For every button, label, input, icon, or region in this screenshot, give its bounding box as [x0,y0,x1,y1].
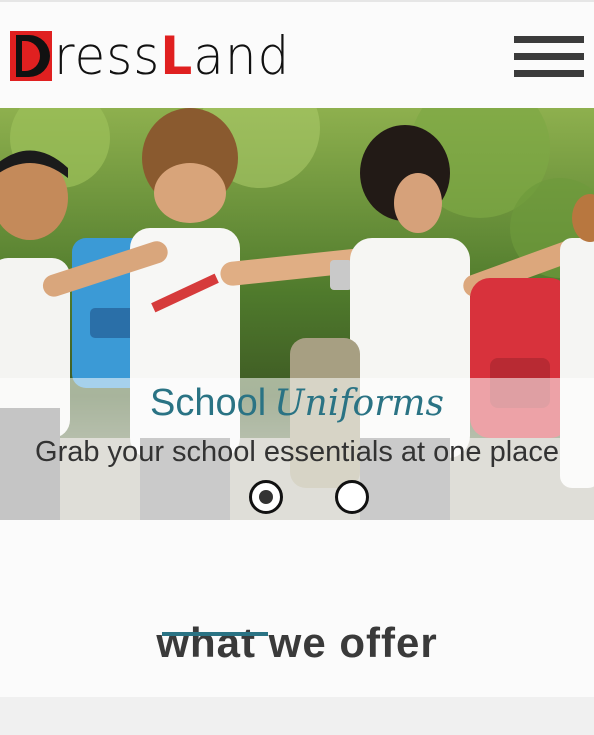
hero-carousel[interactable]: School Uniforms Grab your school essentia… [0,108,594,520]
page: ressLand School Uniforms Grab your schoo… [0,0,594,735]
carousel-dot-1[interactable] [249,480,283,514]
logo-wordmark: ressLand [54,30,290,83]
logo-text-and: and [193,25,291,87]
hero-title-main: School [149,382,267,424]
site-header: ressLand [0,2,594,108]
hamburger-menu-button[interactable] [514,36,584,82]
hero-subtitle: Grab your school essentials at one place [35,436,559,468]
hero-title: School Uniforms [0,382,594,425]
dressland-logo[interactable]: ressLand [10,26,290,86]
section-title: what we offer [156,618,438,666]
logo-d-mark [10,31,52,81]
hamburger-icon [514,36,584,43]
hero-caption: School Uniforms Grab your school essentia… [0,378,594,520]
section-title-underline [162,632,268,636]
hero-title-script: Uniforms [274,383,445,424]
next-section-band [0,697,594,735]
carousel-dot-2[interactable] [335,480,369,514]
carousel-indicators [0,480,594,520]
logo-text-ress: ress [54,25,161,87]
logo-text-accent: L [160,25,194,87]
